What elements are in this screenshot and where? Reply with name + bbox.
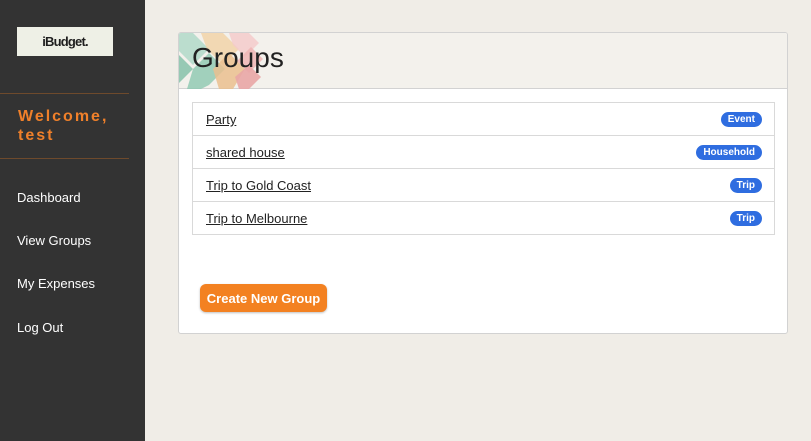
- nav-dashboard[interactable]: Dashboard: [17, 190, 81, 205]
- group-type-badge: Household: [696, 145, 762, 160]
- welcome-text: Welcome, test: [18, 108, 109, 144]
- sidebar: iBudget. Welcome, test Dashboard View Gr…: [0, 0, 145, 441]
- group-link[interactable]: Party: [206, 112, 236, 127]
- group-row: Trip to Melbourne Trip: [192, 201, 775, 235]
- group-type-badge: Trip: [729, 211, 762, 226]
- sidebar-divider: [0, 93, 129, 94]
- group-row: Trip to Gold Coast Trip: [192, 168, 775, 202]
- nav-log-out[interactable]: Log Out: [17, 320, 63, 335]
- group-type-badge: Event: [720, 112, 762, 127]
- group-row: shared house Household: [192, 135, 775, 169]
- nav-my-expenses[interactable]: My Expenses: [17, 276, 95, 291]
- card-header: Groups: [179, 33, 787, 89]
- sidebar-divider: [0, 158, 129, 159]
- groups-card: Groups Party Event shared house Househol…: [178, 32, 788, 334]
- nav-view-groups[interactable]: View Groups: [17, 233, 91, 248]
- group-link[interactable]: Trip to Melbourne: [206, 211, 307, 226]
- group-link[interactable]: Trip to Gold Coast: [206, 178, 311, 193]
- logo-text: iBudget.: [42, 34, 88, 49]
- group-row: Party Event: [192, 102, 775, 136]
- create-new-group-button[interactable]: Create New Group: [200, 284, 327, 312]
- page-title: Groups: [192, 42, 284, 73]
- group-type-badge: Trip: [729, 178, 762, 193]
- group-link[interactable]: shared house: [206, 145, 285, 160]
- logo[interactable]: iBudget.: [17, 27, 113, 56]
- group-list: Party Event shared house Household Trip …: [192, 102, 775, 235]
